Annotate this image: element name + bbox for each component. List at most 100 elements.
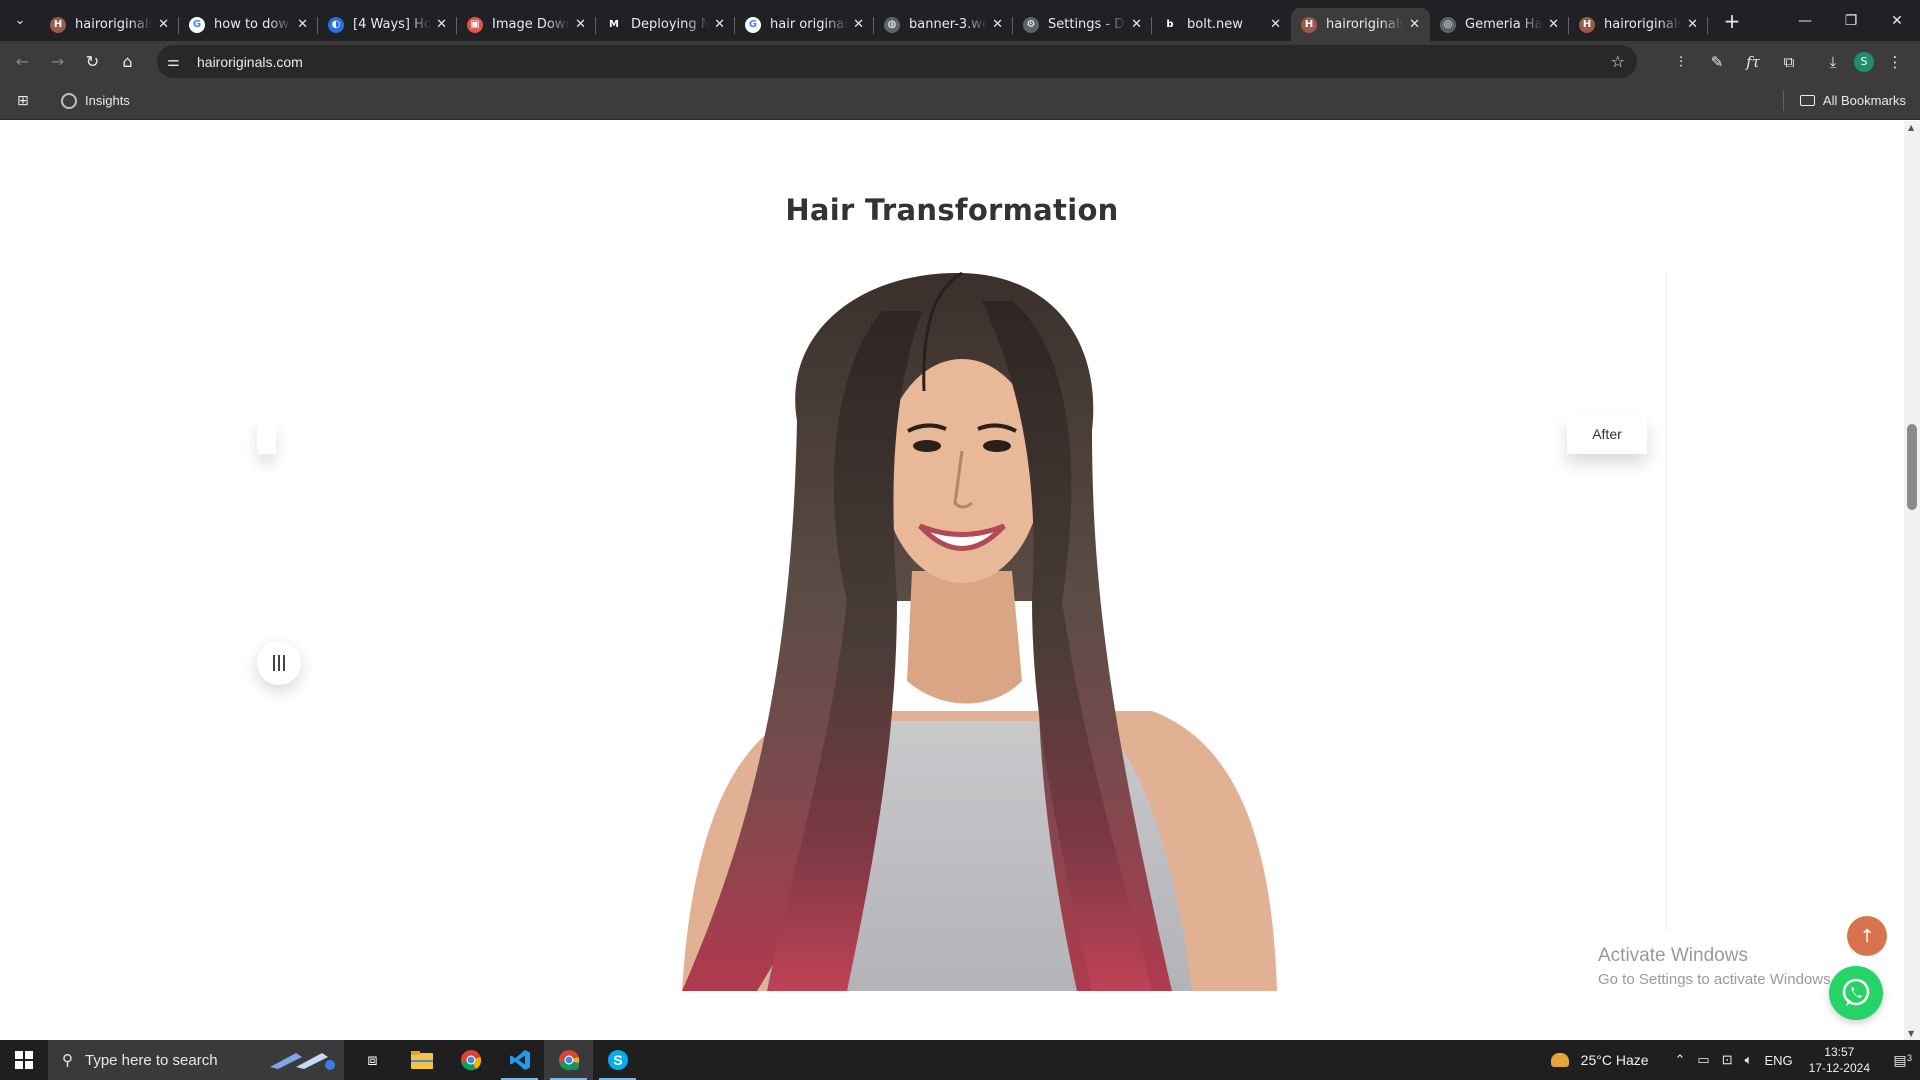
browser-tab[interactable]: ◐ [4 Ways] How ✕ bbox=[318, 8, 457, 41]
vscode-button[interactable] bbox=[495, 1040, 544, 1080]
close-icon[interactable]: ✕ bbox=[1131, 17, 1142, 32]
whatsapp-button[interactable] bbox=[1829, 966, 1883, 1020]
chrome-profile-icon bbox=[558, 1050, 579, 1071]
clock[interactable]: 13:57 17-12-2024 bbox=[1809, 1044, 1870, 1076]
minimize-button[interactable]: — bbox=[1782, 0, 1828, 41]
page-viewport: Hair Transformation After Activate Windo… bbox=[0, 121, 1904, 1040]
system-tray: 25°C Haze ⌃ ▭ ⊡ 🔈︎ ENG 13:57 17-12-2024 … bbox=[1550, 1040, 1920, 1080]
forward-button[interactable]: → bbox=[40, 47, 75, 77]
tab-favicon-icon: b bbox=[1162, 16, 1178, 33]
close-icon[interactable]: ✕ bbox=[297, 17, 308, 32]
close-icon[interactable]: ✕ bbox=[853, 17, 864, 32]
grip-line bbox=[273, 655, 275, 671]
taskbar-search[interactable]: ⚲ Type here to search bbox=[48, 1040, 344, 1080]
close-icon[interactable]: ✕ bbox=[1270, 17, 1281, 32]
restore-button[interactable]: ❐ bbox=[1828, 0, 1874, 41]
tab-favicon-icon: H bbox=[50, 16, 66, 33]
page-scrollbar[interactable]: ▲ ▼ bbox=[1904, 121, 1920, 1040]
close-icon[interactable]: ✕ bbox=[575, 17, 586, 32]
tab-strip: ⌄ Hhairoriginals. ✕ Ghow to down ✕ ◐ [4 Ways]… bbox=[0, 0, 1920, 41]
formula-icon[interactable]: fτ bbox=[1738, 53, 1768, 71]
address-bar[interactable]: ⚌ hairoriginals.com ☆ bbox=[157, 45, 1637, 78]
puzzle-icon[interactable]: ⧉ bbox=[1774, 53, 1804, 71]
weather-text: 25°C Haze bbox=[1580, 1052, 1649, 1068]
arrow-up-icon: ↑ bbox=[1859, 925, 1875, 947]
pen-icon[interactable]: ✎ bbox=[1702, 53, 1732, 71]
browser-tab[interactable]: Hhairoriginals. ✕ bbox=[40, 8, 179, 41]
section-title: Hair Transformation bbox=[785, 193, 1119, 227]
kebab-menu-icon[interactable]: ⋮ bbox=[1880, 53, 1910, 71]
profile-avatar[interactable]: S bbox=[1854, 51, 1874, 72]
home-button[interactable]: ⌂ bbox=[110, 47, 145, 77]
slider-edge bbox=[1666, 271, 1667, 931]
notification-count: 3 bbox=[1906, 1052, 1912, 1063]
browser-tab[interactable]: ⚙ Settings - D ✕ bbox=[1013, 8, 1152, 41]
tab-title: Image Down bbox=[492, 17, 570, 32]
windows-taskbar: ⚲ Type here to search ⧈ S 25°C Haze ⌃ ▭ … bbox=[0, 1040, 1920, 1080]
notification-center-button[interactable]: ▤ 3 bbox=[1880, 1052, 1920, 1069]
transformation-photo bbox=[682, 271, 1277, 991]
download-icon[interactable]: ⤓ bbox=[1818, 53, 1848, 71]
back-button[interactable]: ← bbox=[5, 47, 40, 77]
volume-icon[interactable]: 🔈︎ bbox=[1745, 1052, 1753, 1068]
close-icon[interactable]: ✕ bbox=[714, 17, 725, 32]
browser-tab[interactable]: Ghair original ✕ bbox=[735, 8, 874, 41]
meet-now-icon[interactable]: ▭ bbox=[1697, 1052, 1709, 1068]
window-controls: — ❐ ✕ bbox=[1782, 0, 1920, 41]
back-to-top-button[interactable]: ↑ bbox=[1847, 916, 1887, 956]
star-icon[interactable]: ☆ bbox=[1611, 52, 1625, 71]
browser-tab[interactable]: Hhairoriginals. ✕ bbox=[1291, 8, 1430, 41]
scroll-down-icon[interactable]: ▼ bbox=[1908, 1029, 1914, 1038]
before-after-slider[interactable]: After bbox=[257, 271, 1667, 1040]
tab-search-button[interactable]: ⌄ bbox=[0, 0, 40, 41]
browser-tab[interactable]: b bolt.new ✕ bbox=[1152, 8, 1291, 41]
close-icon[interactable]: ✕ bbox=[1687, 17, 1698, 32]
task-view-button[interactable]: ⧈ bbox=[348, 1040, 397, 1080]
tab-favicon-icon: ◎ bbox=[1440, 16, 1456, 33]
browser-tab[interactable]: M Deploying N ✕ bbox=[596, 8, 735, 41]
tab-title: Deploying N bbox=[631, 17, 709, 32]
close-icon[interactable]: ✕ bbox=[992, 17, 1003, 32]
language-indicator[interactable]: ENG bbox=[1764, 1053, 1792, 1068]
new-tab-button[interactable]: + bbox=[1718, 9, 1746, 33]
tab-title: bolt.new bbox=[1187, 17, 1243, 32]
taskbar-apps: ⧈ S bbox=[348, 1040, 642, 1080]
browser-tab[interactable]: ▣ Image Down ✕ bbox=[457, 8, 596, 41]
close-window-button[interactable]: ✕ bbox=[1874, 0, 1920, 41]
tab-title: banner-3.we bbox=[909, 17, 987, 32]
arrow-right-icon: → bbox=[50, 52, 65, 71]
apps-grid-icon[interactable]: ⊞ bbox=[17, 93, 35, 109]
close-icon[interactable]: ✕ bbox=[436, 17, 447, 32]
watermark-subtitle: Go to Settings to activate Windows. bbox=[1598, 971, 1835, 988]
scrollbar-thumb[interactable] bbox=[1907, 424, 1917, 510]
slider-handle[interactable] bbox=[257, 641, 301, 685]
tune-icon[interactable]: ⚌ bbox=[167, 54, 187, 70]
all-bookmarks-button[interactable]: All Bookmarks bbox=[1782, 90, 1906, 111]
search-icon: ⚲ bbox=[62, 1052, 73, 1069]
chevron-up-icon[interactable]: ⌃ bbox=[1675, 1052, 1686, 1068]
close-icon[interactable]: ✕ bbox=[1409, 17, 1420, 32]
network-icon[interactable]: ⊡ bbox=[1722, 1052, 1733, 1068]
scroll-up-icon[interactable]: ▲ bbox=[1908, 123, 1914, 132]
weather-widget[interactable]: 25°C Haze bbox=[1550, 1052, 1649, 1068]
browser-tab[interactable]: ◎ Gemeria Hai ✕ bbox=[1430, 8, 1569, 41]
tab-favicon-icon: H bbox=[1301, 16, 1317, 33]
bookmark-insights[interactable]: Insights bbox=[61, 92, 130, 109]
url-text[interactable]: hairoriginals.com bbox=[197, 54, 303, 70]
chrome-button[interactable] bbox=[446, 1040, 495, 1080]
activate-windows-watermark: Activate Windows Go to Settings to activ… bbox=[1598, 945, 1835, 988]
browser-tab[interactable]: ◍ banner-3.we ✕ bbox=[874, 8, 1013, 41]
file-explorer-button[interactable] bbox=[397, 1040, 446, 1080]
skype-button[interactable]: S bbox=[593, 1040, 642, 1080]
tab-title: [4 Ways] How bbox=[353, 17, 431, 32]
start-button[interactable] bbox=[0, 1040, 48, 1080]
performance-icon[interactable]: ⫶ bbox=[1666, 53, 1696, 71]
browser-tab[interactable]: Hhairoriginals. ✕ bbox=[1569, 8, 1708, 41]
reload-button[interactable]: ↻ bbox=[75, 47, 110, 77]
home-icon: ⌂ bbox=[122, 52, 133, 71]
svg-text:S: S bbox=[613, 1052, 622, 1068]
chrome-profile-button[interactable] bbox=[544, 1040, 593, 1080]
close-icon[interactable]: ✕ bbox=[158, 17, 169, 32]
browser-tab[interactable]: Ghow to down ✕ bbox=[179, 8, 318, 41]
close-icon[interactable]: ✕ bbox=[1548, 17, 1559, 32]
